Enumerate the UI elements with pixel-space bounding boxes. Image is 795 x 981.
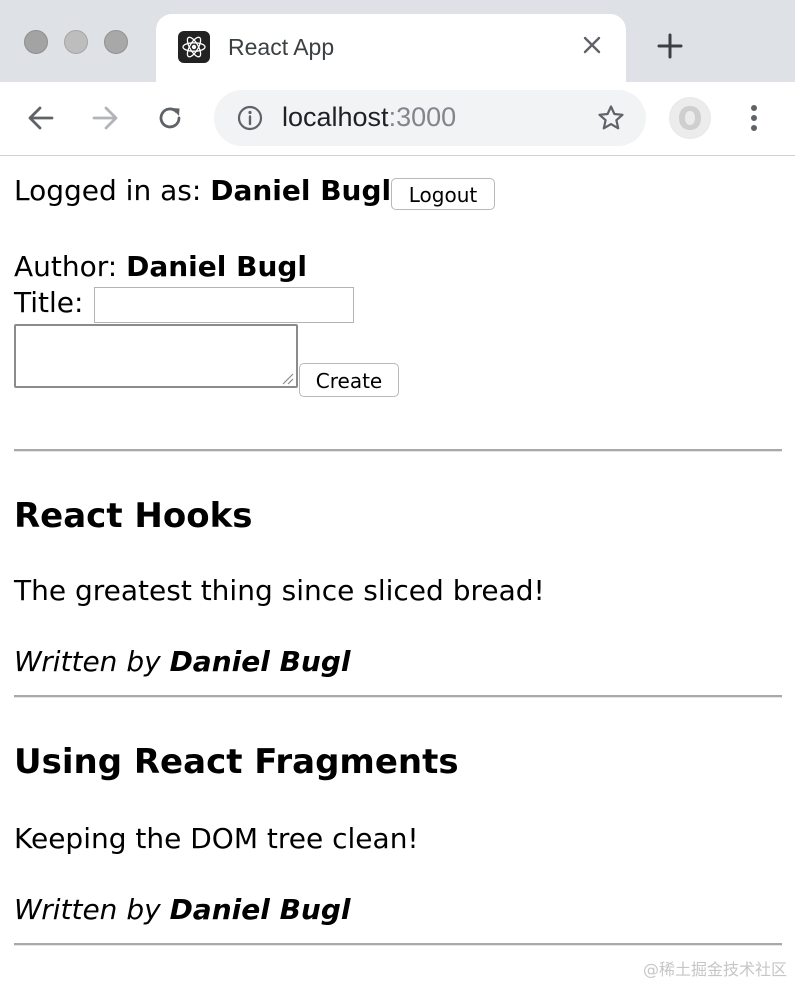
author-prefix: Author: xyxy=(14,250,127,283)
browser-tabstrip: React App xyxy=(0,0,795,82)
written-by-prefix: Written by xyxy=(14,893,170,926)
author-name: Daniel Bugl xyxy=(126,250,308,283)
title-label: Title: xyxy=(14,286,84,319)
address-bar[interactable]: localhost:3000 xyxy=(214,90,646,146)
divider xyxy=(14,695,782,698)
post-content: The greatest thing since sliced bread! xyxy=(14,574,545,607)
logged-in-prefix: Logged in as: xyxy=(14,174,211,207)
post-content: Keeping the DOM tree clean! xyxy=(14,822,419,855)
divider xyxy=(14,449,782,452)
url-port: :3000 xyxy=(388,102,457,132)
more-vert-icon[interactable] xyxy=(740,100,768,136)
back-arrow-icon[interactable] xyxy=(23,100,59,136)
post-title: Using React Fragments xyxy=(14,742,459,782)
info-icon[interactable] xyxy=(236,104,264,132)
content-textarea[interactable] xyxy=(14,324,298,388)
login-status: Logged in as: Daniel Bugl xyxy=(14,174,391,207)
minimize-window-button[interactable] xyxy=(64,30,88,54)
close-icon[interactable] xyxy=(578,31,606,59)
maximize-window-button[interactable] xyxy=(104,30,128,54)
reload-icon[interactable] xyxy=(152,100,188,136)
resize-grip-icon[interactable] xyxy=(280,370,294,385)
react-favicon-icon xyxy=(178,31,210,63)
post-byline: Written by Daniel Bugl xyxy=(14,645,350,678)
post-author: Daniel Bugl xyxy=(169,645,351,678)
logout-button[interactable]: Logout xyxy=(391,178,495,210)
plus-icon[interactable] xyxy=(652,28,688,64)
author-line: Author: Daniel Bugl xyxy=(14,250,307,283)
divider xyxy=(14,943,782,946)
url-text: localhost:3000 xyxy=(282,102,456,133)
title-input[interactable] xyxy=(94,287,354,323)
tab-title: React App xyxy=(228,34,335,60)
star-icon[interactable] xyxy=(596,103,626,133)
post-title: React Hooks xyxy=(14,496,253,536)
watermark: @稀土掘金技术社区 xyxy=(642,960,787,979)
create-button[interactable]: Create xyxy=(299,363,399,397)
written-by-prefix: Written by xyxy=(14,645,170,678)
profile-avatar-icon[interactable] xyxy=(669,97,711,139)
logged-in-username: Daniel Bugl xyxy=(210,174,392,207)
url-host: localhost xyxy=(282,102,389,132)
forward-arrow-icon[interactable] xyxy=(87,100,123,136)
close-window-button[interactable] xyxy=(24,30,48,54)
post-author: Daniel Bugl xyxy=(169,893,351,926)
post-byline: Written by Daniel Bugl xyxy=(14,893,350,926)
active-tab[interactable]: React App xyxy=(156,14,626,82)
